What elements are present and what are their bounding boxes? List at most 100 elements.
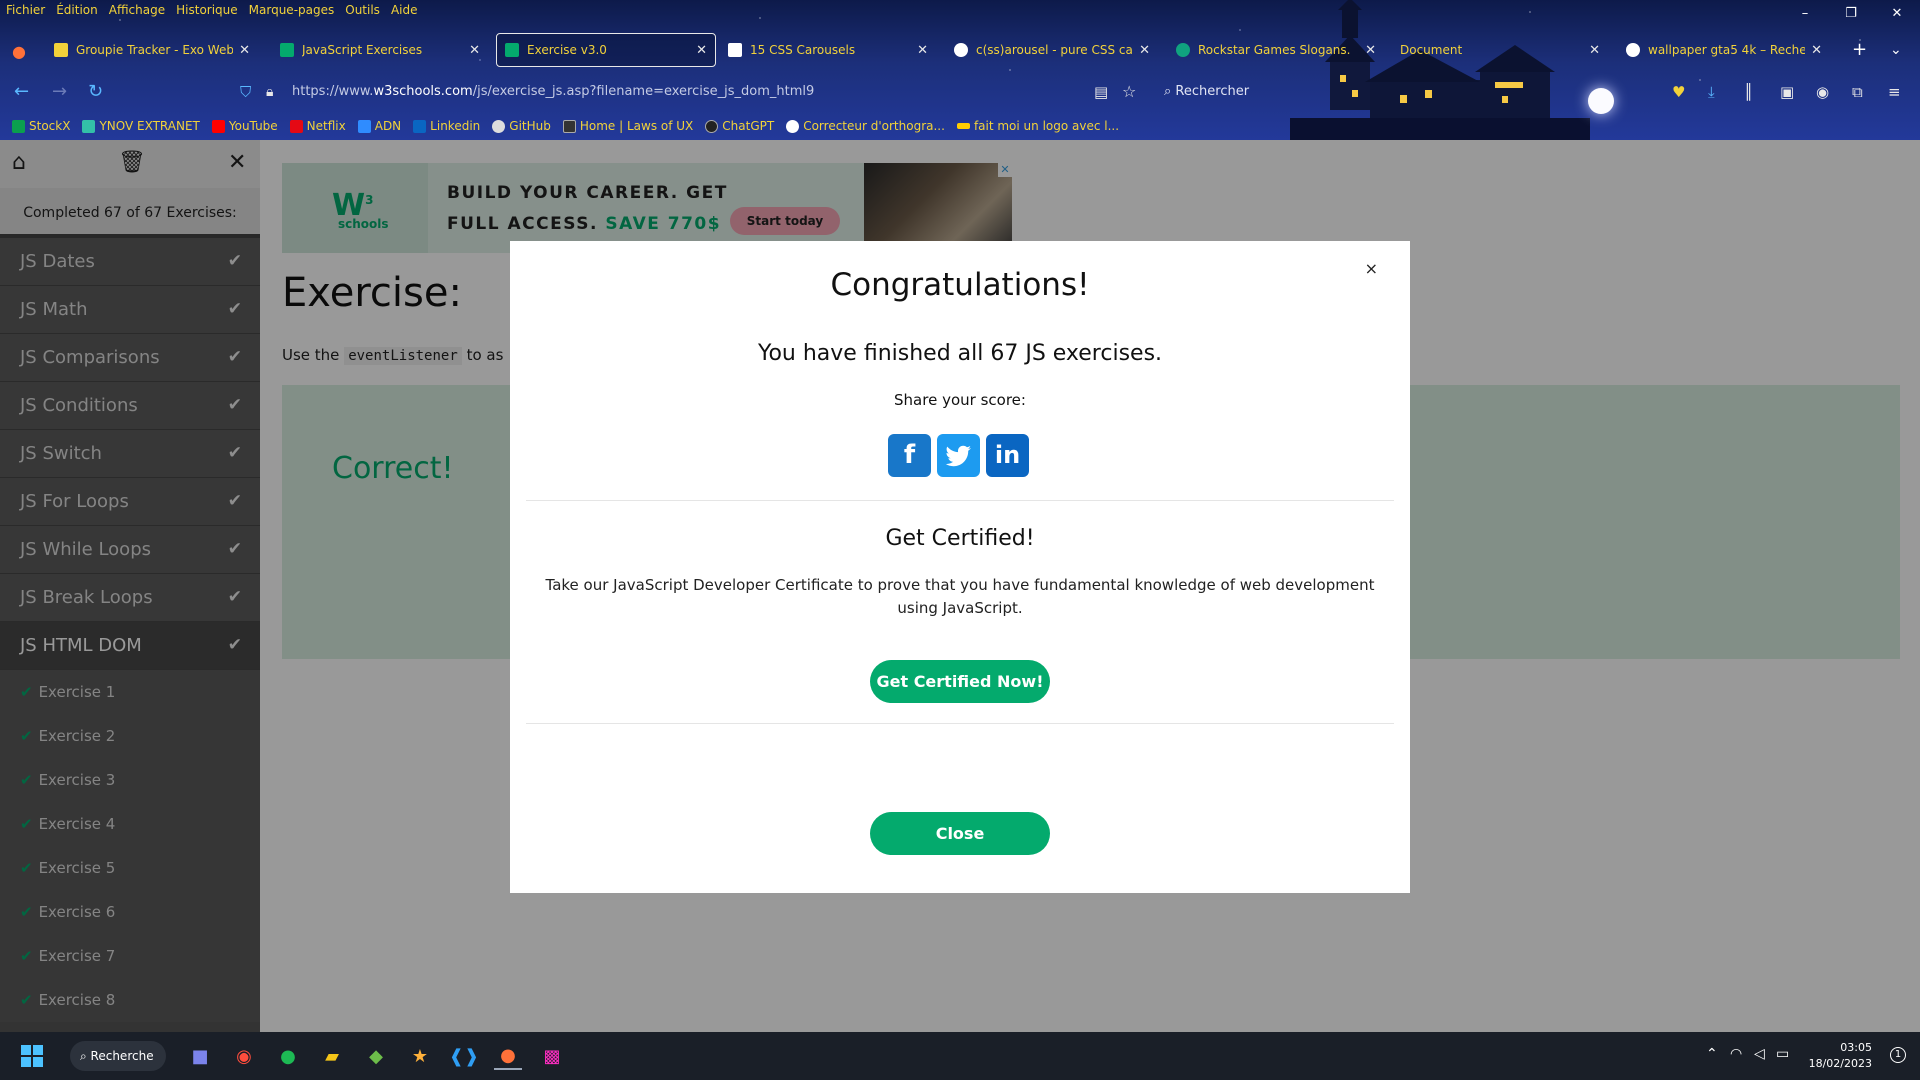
notification-badge[interactable]: 1 (1890, 1047, 1906, 1063)
system-clock[interactable]: 03:05 18/02/2023 (1809, 1040, 1872, 1072)
tray-overflow-icon[interactable]: ⌃ (1706, 1046, 1718, 1062)
pocket-icon[interactable]: ♥ (1672, 84, 1685, 100)
jetbrains-icon[interactable]: ▩ (538, 1042, 566, 1070)
account-icon[interactable]: ◉ (1816, 84, 1829, 100)
reader-view-icon[interactable]: ▤ (1094, 78, 1108, 106)
menu-fichier[interactable]: Fichier (6, 0, 45, 20)
bookmark-laws-of-ux[interactable]: Home | Laws of UX (562, 116, 693, 136)
menu-outils[interactable]: Outils (345, 0, 380, 20)
spotify-icon[interactable]: ● (274, 1042, 302, 1070)
close-window-icon[interactable]: ✕ (1874, 0, 1920, 28)
address-bar[interactable]: https://www.w3schools.com/js/exercise_js… (292, 82, 814, 102)
f-icon (728, 43, 742, 57)
tab-list-icon[interactable]: ⌄ (1890, 36, 1902, 64)
tab-close-icon[interactable]: ✕ (1365, 43, 1376, 58)
minimize-icon[interactable]: – (1782, 0, 1828, 28)
bookmark-adn[interactable]: ADN (357, 116, 401, 136)
bookmark-star-icon[interactable]: ☆ (1122, 78, 1136, 106)
tab-css-carousel-codepen[interactable]: c(ss)arousel - pure CSS carousel ✕ (946, 32, 1158, 68)
file-explorer-icon[interactable]: ▰ (318, 1042, 346, 1070)
google-icon (1626, 43, 1640, 57)
menu-aide[interactable]: Aide (391, 0, 418, 20)
hamburger-menu-icon[interactable]: ≡ (1888, 84, 1901, 100)
ynov-icon (54, 43, 68, 57)
tab-close-icon[interactable]: ✕ (239, 43, 250, 58)
browser-app-icon[interactable]: ◉ (230, 1042, 258, 1070)
tab-wallpaper-search[interactable]: wallpaper gta5 4k – Recherche G ✕ (1618, 32, 1830, 68)
shield-icon[interactable]: ⛉ (240, 78, 251, 106)
twitter-bird-glyph (945, 445, 971, 467)
restore-icon[interactable]: ❐ (1828, 0, 1874, 28)
linkedin-icon[interactable]: in (986, 434, 1029, 477)
search-box[interactable]: ⌕ Rechercher (1164, 82, 1249, 102)
tab-document[interactable]: Document ✕ (1392, 32, 1608, 68)
firefox-icon[interactable]: ● (494, 1042, 522, 1070)
linkedin-icon (413, 119, 427, 133)
url-path: /js/exercise_js.asp?filename=exercise_js… (472, 84, 815, 99)
bookmark-stockx[interactable]: StockX (12, 116, 70, 136)
github-icon (492, 119, 506, 133)
volume-icon[interactable]: ◁ (1754, 1046, 1765, 1062)
tab-javascript-exercises[interactable]: JavaScript Exercises ✕ (272, 32, 488, 68)
tab-close-icon[interactable]: ✕ (1139, 43, 1150, 58)
reload-icon[interactable]: ↻ (88, 78, 103, 106)
battery-icon[interactable]: ▭ (1776, 1046, 1789, 1062)
tab-close-icon[interactable]: ✕ (1811, 43, 1822, 58)
tab-close-icon[interactable]: ✕ (469, 43, 480, 58)
menu-bar: Fichier Édition Affichage Historique Mar… (0, 0, 417, 20)
library-icon[interactable]: ║ (1744, 84, 1753, 100)
bookmark-github[interactable]: GitHub (492, 116, 551, 136)
bookmark-netflix[interactable]: Netflix (289, 116, 346, 136)
bookmark-logo[interactable]: fait moi un logo avec l... (956, 116, 1119, 136)
extensions-icon[interactable]: ⧉ (1852, 84, 1863, 100)
pocket-save-icon[interactable]: ▣ (1780, 84, 1794, 100)
url-prefix: https://www. (292, 84, 374, 99)
tab-groupie-tracker[interactable]: Groupie Tracker - Exo Web + GoLan ✕ (46, 32, 258, 68)
browser-chrome: Fichier Édition Affichage Historique Mar… (0, 0, 1920, 140)
menu-marque-pages[interactable]: Marque-pages (249, 0, 335, 20)
teams-chat-icon[interactable]: ■ (186, 1042, 214, 1070)
search-icon: ⌕ (80, 1049, 91, 1063)
back-icon[interactable]: ← (14, 78, 29, 106)
bookmark-ynov[interactable]: YNOV EXTRANET (82, 116, 200, 136)
chatgpt-icon (705, 119, 719, 133)
windows-start-icon[interactable] (18, 1042, 46, 1070)
menu-affichage[interactable]: Affichage (109, 0, 165, 20)
downloads-icon[interactable]: ⤓ (1708, 84, 1715, 100)
get-certified-button[interactable]: Get Certified Now! (870, 660, 1050, 703)
tab-exercise-v3[interactable]: Exercise v3.0 ✕ (496, 33, 716, 67)
star-app-icon[interactable]: ★ (406, 1042, 434, 1070)
vscode-icon[interactable]: ❰❱ (449, 1042, 479, 1070)
taskbar-search[interactable]: ⌕ Recherche (70, 1041, 166, 1071)
lock-icon[interactable]: 🔒︎ (266, 78, 273, 106)
bookmarks-bar: StockX YNOV EXTRANET YouTube Netflix ADN… (0, 116, 1119, 136)
wifi-icon[interactable]: ◠ (1730, 1046, 1742, 1062)
tab-close-icon[interactable]: ✕ (1589, 43, 1600, 58)
chatgpt-icon (1176, 43, 1190, 57)
twitter-icon[interactable] (937, 434, 980, 477)
menu-edition[interactable]: Édition (56, 0, 98, 20)
ynov-icon (82, 119, 96, 133)
bookmark-youtube[interactable]: YouTube (211, 116, 278, 136)
tab-css-carousels[interactable]: 15 CSS Carousels ✕ (720, 32, 936, 68)
share-buttons: f in (888, 434, 1029, 477)
bookmark-correcteur[interactable]: Correcteur d'orthogra... (786, 116, 945, 136)
bookmark-linkedin[interactable]: Linkedin (413, 116, 480, 136)
modal-divider (526, 723, 1394, 724)
forward-icon[interactable]: → (52, 78, 67, 106)
tab-rockstar-slogans[interactable]: Rockstar Games Slogans. ✕ (1168, 32, 1384, 68)
firefox-menu-icon[interactable]: ● (12, 38, 26, 66)
w3schools-icon (280, 43, 294, 57)
minecraft-icon[interactable]: ◆ (362, 1042, 390, 1070)
tab-close-icon[interactable]: ✕ (696, 43, 707, 58)
laws-of-ux-icon (562, 119, 576, 133)
adn-icon (357, 119, 371, 133)
bookmark-chatgpt[interactable]: ChatGPT (705, 116, 774, 136)
menu-historique[interactable]: Historique (176, 0, 238, 20)
windows-logo-glyph (21, 1045, 43, 1067)
new-tab-icon[interactable]: + (1852, 36, 1867, 64)
facebook-icon[interactable]: f (888, 434, 931, 477)
close-button[interactable]: Close (870, 812, 1050, 855)
tab-close-icon[interactable]: ✕ (917, 43, 928, 58)
w3schools-icon (505, 43, 519, 57)
